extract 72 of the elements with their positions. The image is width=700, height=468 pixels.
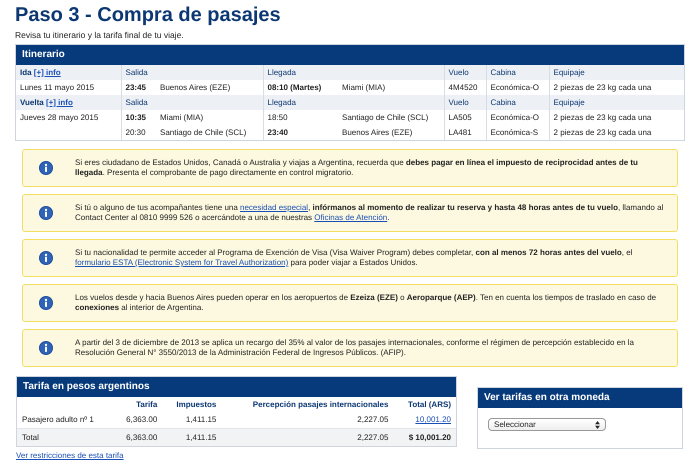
- column-header: Vuelo: [448, 68, 469, 77]
- arrival-city: Miami (MIA): [342, 83, 386, 92]
- segment-label: Vuelta: [20, 98, 44, 107]
- cabin-class: Económica-O: [490, 113, 539, 122]
- currency-select[interactable]: Seleccionar: [488, 418, 606, 431]
- segment-label: Ida: [20, 68, 32, 77]
- amount-cell: 6,363.00: [126, 433, 158, 442]
- arrival-city: Santiago de Chile (SCL): [342, 113, 428, 122]
- notice-link[interactable]: necesidad especial: [240, 203, 308, 212]
- column-header: Salida: [126, 98, 148, 107]
- notice-text: Si tú o alguno de tus acompañantes tiene una necesidad especial, infórmanos al momento de realizar tu reserva y hasta 48 horas antes de tu vuelo, llamando al Contact Center al 0810 9999 526 o acercándote a una de nuestras Oficinas de Atención.: [75, 203, 664, 223]
- column-header: Percepción pasajes internacionales: [252, 400, 388, 408]
- restrictions-link[interactable]: Ver restricciones de esta tarifa: [16, 451, 124, 460]
- flight-number: 4M4520: [448, 83, 478, 92]
- amount-cell: 1,411.15: [186, 415, 216, 424]
- cabin-class: Económica-S: [490, 128, 538, 137]
- column-header: Cabina: [490, 68, 516, 77]
- column-header: Equipaje: [554, 98, 585, 107]
- info-icon: [39, 296, 53, 310]
- column-header: Total (ARS): [408, 400, 451, 408]
- panel-title: Tarifa en pesos argentinos: [17, 377, 456, 397]
- amount-cell: 2,227.05: [357, 415, 388, 424]
- column-header: Cabina: [490, 98, 516, 107]
- departure-time: 10:35: [126, 113, 146, 122]
- column-header: Impuestos: [176, 400, 216, 408]
- departure-time: 20:30: [126, 128, 146, 137]
- amount-cell: 6,363.00: [126, 415, 158, 424]
- info-link[interactable]: [+] info: [46, 98, 73, 107]
- cabin-class: Económica-O: [490, 83, 539, 92]
- notice-text: Si tu nacionalidad te permite acceder al Programa de Exención de Visa (Visa Waiver Program) debes completar, con al menos 72 horas antes del vuelo, el formulario ESTA (Electronic System for Travel Authorization) para poder viajar a Estados Unidos.: [75, 248, 634, 268]
- notice-link[interactable]: Oficinas de Atención: [314, 213, 388, 222]
- row-label: Pasajero adulto nº 1: [22, 415, 94, 424]
- column-header: Llegada: [268, 68, 296, 77]
- notice-text: A partir del 3 de diciembre de 2013 se aplica un recargo del 35% al valor de los pasajes internacionales, conforme el régimen de percepción establecido en la Resolución General N° 3550/2013 de la Administración Federal de Ingresos Públicos. (AFIP).: [75, 338, 636, 358]
- page-title: Paso 3 - Compra de pasajes: [15, 3, 282, 27]
- info-icon: [39, 341, 53, 355]
- notice-link[interactable]: formulario ESTA (Electronic System for Travel Authorization): [75, 258, 288, 267]
- departure-city: Buenos Aires (EZE): [160, 83, 230, 92]
- baggage-allowance: 2 piezas de 23 kg cada una: [554, 128, 652, 137]
- page-subtitle: Revisa tu itinerario y la tarifa final de tu viaje.: [15, 30, 185, 40]
- info-icon: [39, 206, 53, 220]
- column-header: Equipaje: [554, 68, 585, 77]
- arrival-city: Buenos Aires (EZE): [342, 128, 412, 137]
- amount-cell: 1,411.15: [186, 433, 216, 442]
- departure-city: Santiago de Chile (SCL): [160, 128, 246, 137]
- row-label: Total: [22, 433, 39, 442]
- info-icon: [39, 161, 53, 175]
- column-header: Salida: [126, 68, 148, 77]
- amount-cell: 2,227.05: [357, 433, 388, 442]
- arrival-time: 23:40: [268, 128, 288, 137]
- updown-caret-icon: [595, 420, 600, 428]
- departure-time: 23:45: [126, 83, 146, 92]
- info-link[interactable]: [+] info: [34, 68, 61, 77]
- panel-title: Ver tarifas en otra moneda: [478, 388, 682, 408]
- arrival-time: 08:10 (Martes): [268, 83, 322, 92]
- grand-total: $ 10,001.20: [408, 433, 451, 442]
- notice-text: Si eres ciudadano de Estados Unidos, Canadá o Australia y viajas a Argentina, recuerda que debes pagar en línea el impuesto de reciprocidad antes de tu llegada. Presenta el comprobante de pago directamente en control migratorio.: [75, 158, 639, 178]
- total-link[interactable]: 10,001.20: [415, 415, 451, 424]
- flight-number: LA481: [448, 128, 472, 137]
- column-header: Llegada: [268, 98, 296, 107]
- notice-text: Los vuelos desde y hacia Buenos Aires pueden operar en los aeropuertos de Ezeiza (EZE) o Aeroparque (AEP). Ten en cuenta los tiempos de traslado en caso de conexiones al interior de Argentina.: [75, 293, 658, 313]
- baggage-allowance: 2 piezas de 23 kg cada una: [554, 83, 652, 92]
- baggage-allowance: 2 piezas de 23 kg cada una: [554, 113, 652, 122]
- info-icon: [39, 251, 53, 265]
- panel-title: Itinerario: [16, 45, 684, 65]
- segment-date: Lunes 11 mayo 2015: [20, 83, 94, 92]
- arrival-time: 18:50: [268, 113, 288, 122]
- departure-city: Miami (MIA): [160, 113, 204, 122]
- column-header: Tarifa: [136, 400, 158, 408]
- column-header: Vuelo: [448, 98, 469, 107]
- flight-number: LA505: [448, 113, 472, 122]
- segment-date: Jueves 28 mayo 2015: [20, 113, 98, 122]
